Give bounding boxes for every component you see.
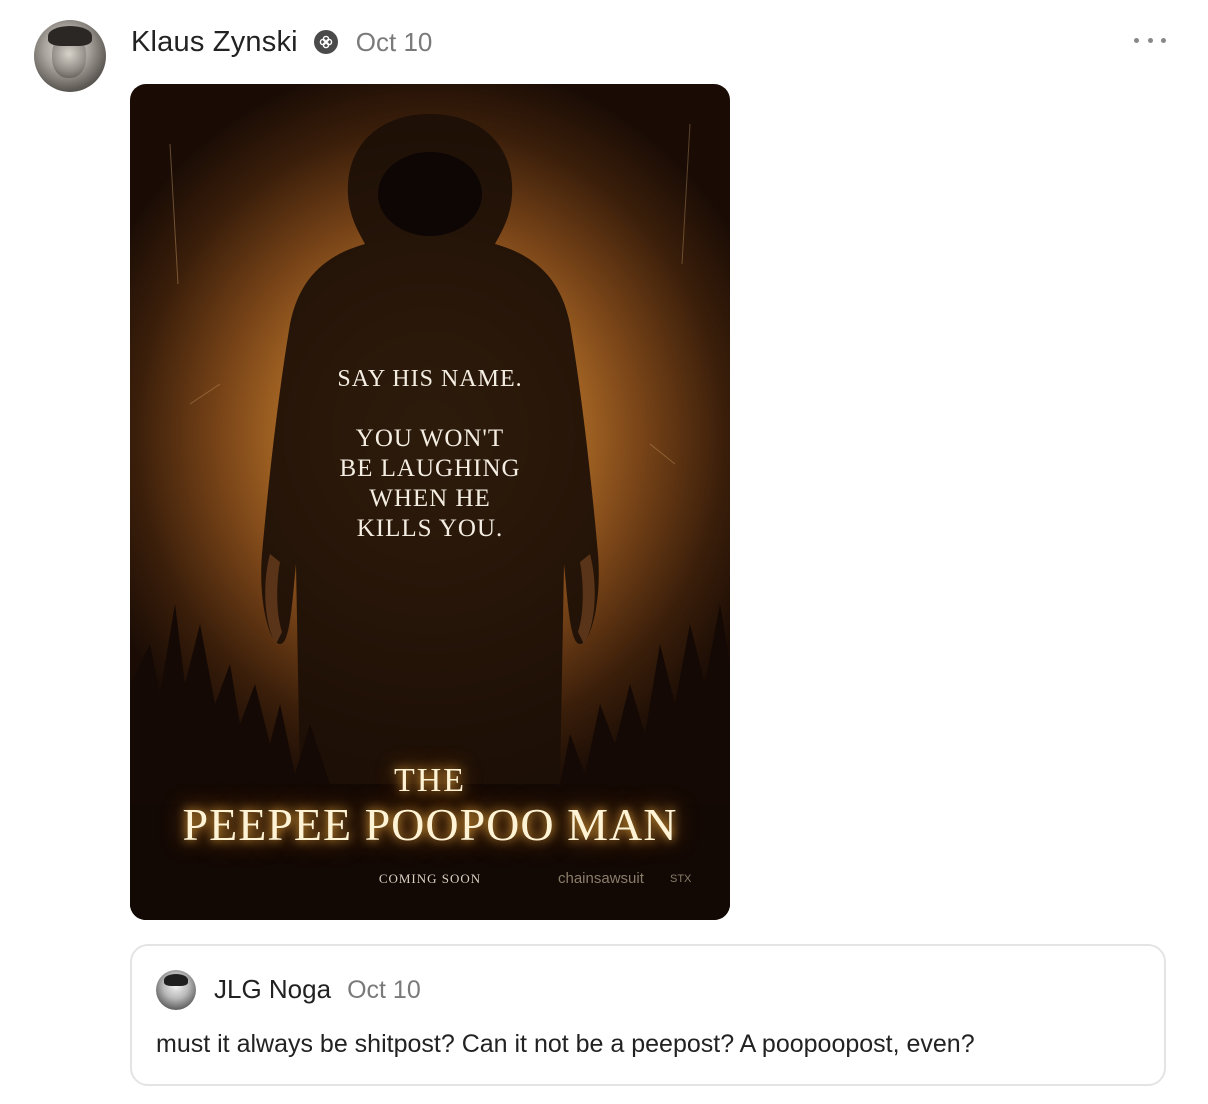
reply-header: JLG Noga Oct 10 <box>214 974 421 1005</box>
poster-tagline-line: BE LAUGHING <box>339 455 521 482</box>
poster-tagline-block: YOU WON'T BE LAUGHING WHEN HE KILLS YOU. <box>130 424 730 544</box>
poster-title-small: THE <box>393 762 467 799</box>
subscriber-badge-icon <box>313 30 338 54</box>
post-image[interactable]: SAY HIS NAME. YOU WON'T BE LAUGHING WHEN… <box>130 84 730 920</box>
author-avatar[interactable] <box>34 20 106 92</box>
avatar-hair <box>48 26 92 46</box>
reply-author-name[interactable]: JLG Noga <box>214 974 331 1005</box>
reply-date[interactable]: Oct 10 <box>347 976 421 1005</box>
poster-logo-right: chainsawsuit <box>558 870 644 887</box>
post-header: Klaus Zynski Oct 10 <box>131 22 432 62</box>
more-dot <box>1134 37 1139 43</box>
more-options-icon[interactable] <box>1134 26 1166 54</box>
poster-tagline-line: YOU WON'T <box>355 425 505 452</box>
author-name[interactable]: Klaus Zynski <box>131 26 298 59</box>
reply-avatar[interactable] <box>156 970 196 1010</box>
poster-tagline-line: KILLS YOU. <box>356 515 504 542</box>
reply-body-text: must it always be shitpost? Can it not b… <box>156 1030 975 1058</box>
post-date[interactable]: Oct 10 <box>356 27 433 58</box>
reply-avatar-hair <box>164 974 188 986</box>
more-dot <box>1147 37 1153 43</box>
poster-logo-stx: STX <box>670 873 692 885</box>
more-dot <box>1161 37 1166 43</box>
poster-tagline-line: WHEN HE <box>369 485 491 512</box>
quoted-reply-card[interactable]: JLG Noga Oct 10 must it always be shitpo… <box>130 944 1166 1086</box>
poster-title: PEEPEE POOPOO MAN <box>182 799 678 850</box>
note-post: Klaus Zynski Oct 10 SAY HIS NAME. YOU WO… <box>0 0 1208 1104</box>
poster-tagline: SAY HIS NAME. <box>337 366 523 392</box>
